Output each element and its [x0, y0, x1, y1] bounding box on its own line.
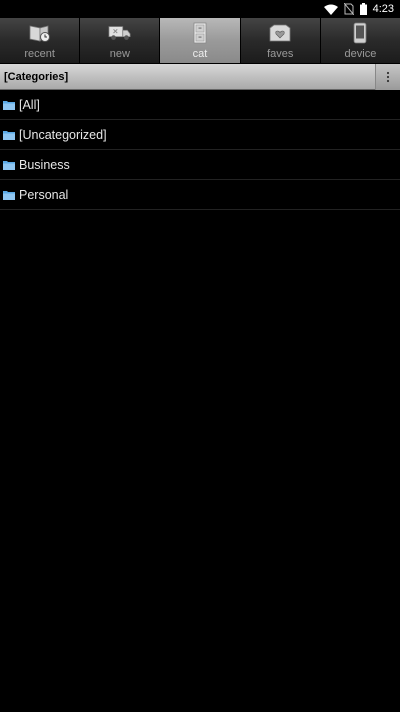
category-header: [Categories]: [0, 63, 400, 90]
tab-faves[interactable]: faves: [240, 18, 321, 63]
new-truck-icon: [108, 22, 132, 44]
tab-bar: recent new cat faves device: [0, 18, 400, 64]
status-bar: 4:23: [0, 0, 400, 18]
cabinet-icon: [188, 22, 212, 44]
folder-icon: [3, 160, 15, 170]
folder-icon: [3, 100, 15, 110]
page-title: [Categories]: [4, 70, 69, 83]
no-sim-icon: [343, 3, 354, 15]
favorites-box-icon: [268, 22, 292, 44]
tab-cat-label: cat: [192, 48, 208, 60]
category-item-business[interactable]: Business: [0, 150, 400, 180]
device-icon: [348, 22, 372, 44]
category-item-all[interactable]: [All]: [0, 90, 400, 120]
tab-recent[interactable]: recent: [0, 18, 81, 63]
folder-icon: [3, 190, 15, 200]
tab-recent-label: recent: [24, 48, 55, 60]
clock: 4:23: [372, 3, 394, 15]
folder-icon: [3, 130, 15, 140]
category-list: [All] [Uncategorized] Business Personal: [0, 90, 400, 210]
category-label: Personal: [19, 187, 69, 202]
overflow-menu-icon: [386, 71, 390, 82]
battery-icon: [359, 3, 367, 15]
recent-icon: [28, 22, 52, 44]
category-item-uncategorized[interactable]: [Uncategorized]: [0, 120, 400, 150]
category-label: [All]: [19, 97, 40, 112]
wifi-icon: [323, 4, 338, 15]
tab-device[interactable]: device: [320, 18, 400, 63]
tab-new[interactable]: new: [80, 18, 161, 63]
tab-new-label: new: [109, 48, 130, 60]
category-label: Business: [19, 157, 70, 172]
overflow-menu-button[interactable]: [375, 63, 400, 90]
tab-device-label: device: [344, 48, 377, 60]
tab-faves-label: faves: [267, 48, 294, 60]
category-item-personal[interactable]: Personal: [0, 180, 400, 210]
category-label: [Uncategorized]: [19, 127, 107, 142]
tab-cat[interactable]: cat: [160, 18, 241, 63]
